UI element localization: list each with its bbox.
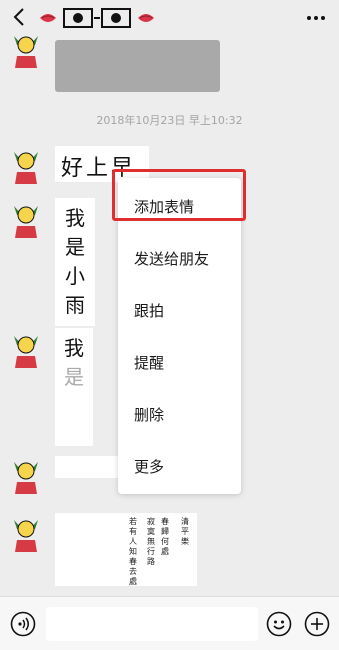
sticker-char: 我 xyxy=(65,206,85,230)
chat-area[interactable]: 2018年10月23日 早上10:32 好上早 我 是 小 雨 我 是 清平樂 … xyxy=(0,36,339,596)
sticker-char: 我 xyxy=(64,336,84,360)
poem-column: 寂寞無行路 xyxy=(147,517,155,566)
sticker-char: 雨 xyxy=(65,293,85,317)
sticker-char: 小 xyxy=(65,264,85,288)
avatar[interactable] xyxy=(11,200,41,240)
sticker-message[interactable]: 清平樂 春歸何處 寂寞無行路 若有人知春去處 xyxy=(55,513,197,586)
chevron-left-icon[interactable] xyxy=(8,4,32,30)
avatar[interactable] xyxy=(11,146,41,186)
menu-item-send-to-friend[interactable]: 发送给朋友 xyxy=(118,234,241,284)
sticker-message[interactable]: 我 是 xyxy=(55,328,93,446)
more-dots-icon[interactable] xyxy=(305,8,327,28)
sticker-message[interactable]: 我 是 小 雨 xyxy=(55,198,95,326)
voice-icon[interactable] xyxy=(10,611,36,637)
message-image[interactable] xyxy=(55,40,220,92)
menu-item-remind[interactable]: 提醒 xyxy=(118,338,241,388)
title-bar xyxy=(0,0,339,36)
menu-item-follow-shoot[interactable]: 跟拍 xyxy=(118,286,241,336)
poem-column: 清平樂 xyxy=(181,517,189,546)
menu-item-more[interactable]: 更多 xyxy=(118,442,241,492)
sticker-message[interactable] xyxy=(55,456,119,478)
sticker-char: 是 xyxy=(65,235,85,259)
sticker-char: 是 xyxy=(64,365,84,389)
avatar[interactable] xyxy=(11,36,41,70)
avatar[interactable] xyxy=(11,330,41,370)
avatar[interactable] xyxy=(11,514,41,554)
plus-icon[interactable] xyxy=(304,611,330,637)
poem-column: 若有人知春去處 xyxy=(129,517,137,586)
message-timestamp: 2018年10月23日 早上10:32 xyxy=(96,114,243,127)
emoji-icon[interactable] xyxy=(266,611,292,637)
poem-column: 春歸何處 xyxy=(161,517,169,556)
input-bar xyxy=(0,596,339,650)
message-input[interactable] xyxy=(46,607,258,641)
context-menu: 添加表情 发送给朋友 跟拍 提醒 删除 更多 xyxy=(118,178,241,494)
highlight-box xyxy=(112,169,246,221)
avatar[interactable] xyxy=(11,456,41,496)
menu-item-delete[interactable]: 删除 xyxy=(118,390,241,440)
lips-eyes-sticker-icon xyxy=(38,2,156,34)
